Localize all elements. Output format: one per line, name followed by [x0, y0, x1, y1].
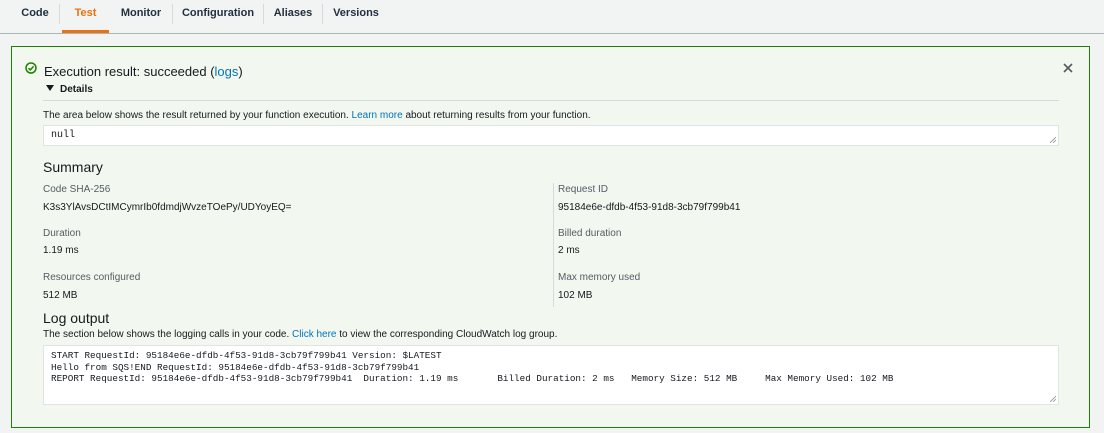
log-description-text: The section below shows the logging call… [43, 329, 290, 340]
resources-label: Resources configured [43, 272, 141, 283]
logs-link[interactable]: logs [215, 64, 239, 79]
resources-value: 512 MB [43, 290, 78, 301]
check-circle-icon [25, 62, 37, 74]
tab-divider [172, 4, 173, 24]
tab-divider [322, 4, 323, 24]
details-toggle[interactable]: Details [46, 83, 93, 97]
billed-duration-label: Billed duration [558, 228, 622, 239]
execution-result-panel: Execution result: succeeded (logs) Detai… [11, 46, 1090, 428]
tab-divider [263, 4, 264, 24]
code-sha-value: K3s3YlAvsDCtIMCymrIb0fdmdjWvzeTOePy/UDYo… [43, 202, 292, 213]
tab-versions[interactable]: Versions [325, 0, 387, 26]
duration-value: 1.19 ms [43, 245, 79, 256]
request-id-label: Request ID [558, 184, 609, 195]
max-memory-label: Max memory used [558, 272, 641, 283]
summary-title: Summary [43, 159, 103, 175]
log-output-text: START RequestId: 95184e6e-dfdb-4f53-91d8… [51, 350, 894, 384]
result-description-text-end: about returning results from your functi… [405, 110, 591, 121]
result-description: The area below shows the result returned… [43, 109, 591, 123]
tab-monitor[interactable]: Monitor [112, 0, 170, 26]
log-output-title: Log output [43, 310, 110, 326]
resize-grip-icon[interactable] [1050, 396, 1056, 402]
execution-result-text: Execution result: succeeded ( [44, 64, 215, 79]
tab-code[interactable]: Code [14, 0, 56, 26]
result-output-text: null [51, 130, 76, 141]
duration-label: Duration [43, 228, 81, 239]
code-sha-label: Code SHA-256 [43, 184, 111, 195]
resize-grip-icon[interactable] [1050, 137, 1056, 143]
tab-aliases[interactable]: Aliases [266, 0, 320, 26]
column-divider [553, 183, 554, 307]
learn-more-link[interactable]: Learn more [352, 110, 403, 121]
tab-bar: Code Test Monitor Configuration Aliases … [0, 0, 1104, 34]
tab-divider [59, 4, 60, 24]
tab-configuration[interactable]: Configuration [175, 0, 261, 26]
request-id-value: 95184e6e-dfdb-4f53-91d8-3cb79f799b41 [558, 202, 741, 213]
log-description-text-end: to view the corresponding CloudWatch log… [339, 329, 558, 340]
max-memory-value: 102 MB [558, 290, 593, 301]
result-output[interactable]: null [43, 125, 1059, 146]
execution-result-title: Execution result: succeeded (logs) [44, 63, 243, 81]
divider [43, 100, 1059, 101]
tab-test[interactable]: Test [62, 0, 109, 33]
billed-duration-value: 2 ms [558, 245, 580, 256]
caret-down-icon [46, 85, 54, 91]
details-label: Details [60, 84, 93, 95]
log-description: The section below shows the logging call… [43, 328, 557, 341]
click-here-link[interactable]: Click here [292, 329, 336, 340]
execution-result-text-end: ) [238, 64, 243, 79]
close-icon[interactable] [1061, 61, 1075, 75]
result-description-text: The area below shows the result returned… [43, 110, 349, 121]
log-output[interactable]: START RequestId: 95184e6e-dfdb-4f53-91d8… [43, 345, 1059, 405]
